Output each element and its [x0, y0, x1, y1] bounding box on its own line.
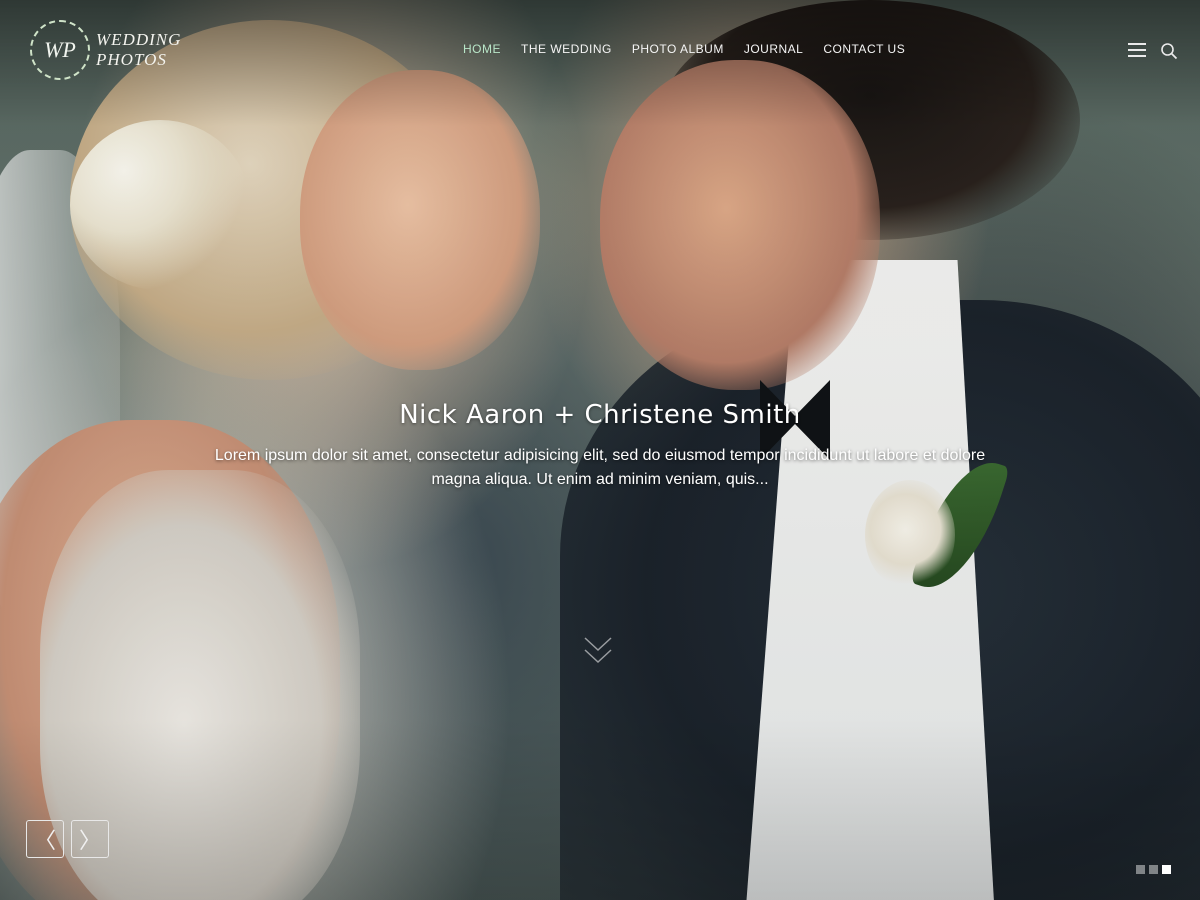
hero-slider: WP WEDDING PHOTOS HOME THE WEDDING PHOTO…	[0, 0, 1200, 900]
scroll-down-icon[interactable]	[582, 632, 614, 668]
search-icon[interactable]	[1160, 42, 1178, 60]
slide-dot[interactable]	[1149, 865, 1158, 874]
slide-dot[interactable]	[1162, 865, 1171, 874]
nav-contact-us[interactable]: CONTACT US	[823, 42, 905, 56]
site-logo[interactable]: WP WEDDING PHOTOS	[30, 20, 181, 80]
nav-home[interactable]: HOME	[463, 42, 501, 56]
prev-slide-button[interactable]: 〈	[26, 820, 64, 858]
nav-the-wedding[interactable]: THE WEDDING	[521, 42, 612, 56]
slide-indicators	[1136, 865, 1171, 874]
menu-icon[interactable]	[1128, 43, 1146, 57]
logo-monogram: WP	[30, 20, 90, 80]
slide-dot[interactable]	[1136, 865, 1145, 874]
next-slide-button[interactable]: 〉	[71, 820, 109, 858]
hero-caption: Nick Aaron + Christene Smith Lorem ipsum…	[200, 400, 1000, 492]
logo-line-2: PHOTOS	[96, 50, 167, 69]
hero-title: Nick Aaron + Christene Smith	[399, 400, 801, 430]
chevron-left-icon: 〈	[33, 829, 56, 854]
hero-text: Lorem ipsum dolor sit amet, consectetur …	[214, 447, 986, 488]
logo-wordmark: WEDDING PHOTOS	[96, 30, 181, 70]
logo-line-1: WEDDING	[96, 30, 182, 49]
nav-journal[interactable]: JOURNAL	[744, 42, 804, 56]
nav-photo-album[interactable]: PHOTO ALBUM	[632, 42, 724, 56]
chevron-right-icon: 〉	[78, 829, 101, 854]
main-nav: HOME THE WEDDING PHOTO ALBUM JOURNAL CON…	[463, 42, 905, 56]
